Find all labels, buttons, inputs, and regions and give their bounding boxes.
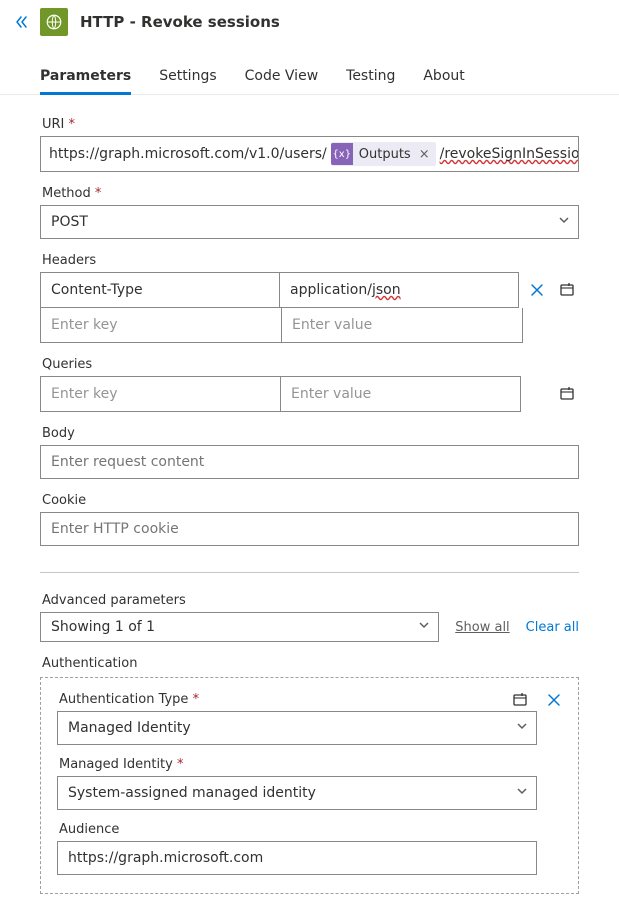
queries-label: Queries [42, 357, 579, 372]
remove-token-button[interactable]: × [411, 147, 436, 162]
query-value-new[interactable]: Enter value [280, 377, 520, 411]
clear-all-link[interactable]: Clear all [526, 620, 579, 635]
chevron-down-icon [418, 619, 430, 635]
auth-type-label: Authentication Type [59, 692, 537, 707]
collapse-panel-button[interactable] [10, 10, 34, 34]
uri-input[interactable]: https://graph.microsoft.com/v1.0/users/ … [40, 136, 579, 172]
auth-type-value: Managed Identity [68, 720, 191, 736]
method-label: Method [42, 186, 579, 201]
cookie-label: Cookie [42, 493, 579, 508]
body-label: Body [42, 426, 579, 441]
switch-mode-queries-button[interactable] [555, 382, 579, 406]
uri-label: URI [42, 117, 579, 132]
auth-type-select[interactable]: Managed Identity [57, 711, 537, 745]
switch-mode-headers-button[interactable] [555, 278, 579, 302]
advanced-showing-select[interactable]: Showing 1 of 1 [40, 612, 439, 642]
header-value-0-text: application/json [290, 282, 401, 298]
body-input[interactable] [40, 445, 579, 479]
managed-identity-select[interactable]: System-assigned managed identity [57, 776, 537, 810]
uri-token-outputs[interactable]: {x} Outputs × [331, 142, 436, 166]
panel-title: HTTP - Revoke sessions [80, 13, 280, 31]
http-action-icon [40, 8, 68, 36]
advanced-showing-value: Showing 1 of 1 [51, 619, 155, 635]
header-value-0[interactable]: application/json [279, 273, 518, 307]
query-key-new[interactable]: Enter key [41, 377, 280, 411]
tab-settings[interactable]: Settings [159, 62, 216, 94]
authentication-section-label: Authentication [42, 656, 579, 671]
header-value-new[interactable]: Enter value [281, 308, 522, 342]
tab-bar: Parameters Settings Code View Testing Ab… [0, 44, 619, 95]
uri-prefix: https://graph.microsoft.com/v1.0/users/ [49, 146, 327, 162]
advanced-label: Advanced parameters [42, 593, 579, 608]
audience-input[interactable] [57, 841, 537, 875]
fx-icon: {x} [331, 143, 353, 165]
method-select[interactable]: POST [40, 205, 579, 239]
audience-label: Audience [59, 822, 537, 837]
tab-parameters[interactable]: Parameters [40, 62, 131, 94]
divider [40, 572, 579, 573]
chevron-down-icon [516, 785, 528, 801]
tab-code-view[interactable]: Code View [245, 62, 319, 94]
chevron-down-icon [558, 214, 570, 230]
headers-label: Headers [42, 253, 579, 268]
tab-about[interactable]: About [423, 62, 464, 94]
chevron-down-icon [516, 720, 528, 736]
uri-token-label: Outputs [359, 147, 411, 162]
uri-suffix: /revokeSignInSessions [440, 146, 579, 162]
header-key-new[interactable]: Enter key [41, 308, 281, 342]
remove-auth-button[interactable] [542, 688, 566, 712]
method-value: POST [51, 214, 88, 230]
managed-identity-label: Managed Identity [59, 757, 537, 772]
remove-header-button[interactable] [525, 278, 549, 302]
managed-identity-value: System-assigned managed identity [68, 785, 316, 801]
authentication-box: Authentication Type Managed Identity Man… [40, 677, 579, 894]
cookie-input[interactable] [40, 512, 579, 546]
show-all-link[interactable]: Show all [455, 620, 509, 635]
switch-mode-auth-button[interactable] [508, 688, 532, 712]
header-key-0[interactable]: Content-Type [41, 273, 279, 307]
tab-testing[interactable]: Testing [346, 62, 395, 94]
